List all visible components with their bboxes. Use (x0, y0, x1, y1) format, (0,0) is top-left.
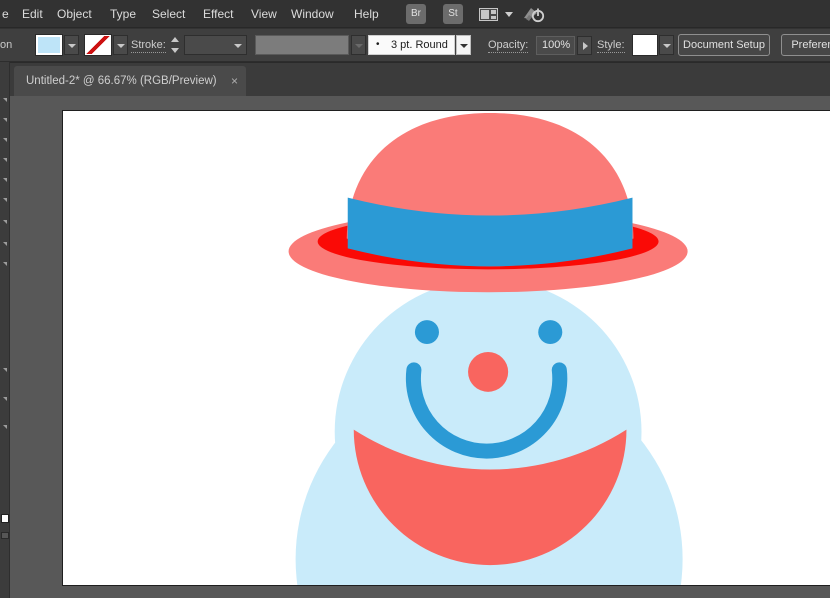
menu-view[interactable]: View (251, 7, 277, 21)
gpu-performance-icon[interactable] (522, 4, 548, 25)
menu-edit[interactable]: Edit (22, 7, 43, 21)
fill-chevron-down-icon[interactable] (64, 35, 79, 55)
artboard[interactable] (62, 110, 830, 586)
document-tab-title: Untitled-2* @ 66.67% (RGB/Preview) (26, 75, 217, 87)
fill-color-indicator[interactable] (1, 514, 9, 523)
stroke-color-swatch-none[interactable] (85, 35, 111, 55)
pasteboard[interactable] (10, 96, 830, 598)
tool-flyout-triangle (3, 368, 7, 372)
preferences-button[interactable]: Preferences (781, 34, 830, 56)
tool-flyout-triangle (3, 220, 7, 224)
menu-file-partial[interactable]: e (2, 7, 9, 21)
brush-chevron-down-icon[interactable] (456, 35, 471, 55)
tools-panel-edge (0, 62, 10, 598)
stroke-color-indicator[interactable] (1, 532, 9, 539)
width-profile-select (255, 35, 349, 55)
selection-status-partial: on (0, 39, 13, 51)
nose[interactable] (468, 351, 509, 392)
tool-flyout-triangle (3, 178, 7, 182)
tool-flyout-triangle (3, 118, 7, 122)
style-label[interactable]: Style: (597, 39, 625, 53)
close-icon[interactable]: × (231, 74, 238, 88)
opacity-panel-button[interactable] (577, 36, 592, 55)
right-eye[interactable] (538, 320, 563, 345)
menu-window[interactable]: Window (291, 7, 334, 21)
tool-flyout-triangle (3, 98, 7, 102)
menu-bar: e Edit Object Type Select Effect View Wi… (0, 0, 830, 28)
brush-definition-select[interactable]: • 3 pt. Round (368, 35, 455, 55)
stroke-weight-stepper[interactable] (169, 36, 180, 54)
brush-name: 3 pt. Round (391, 39, 448, 51)
tool-flyout-triangle (3, 138, 7, 142)
opacity-input[interactable]: 100% (536, 36, 575, 55)
style-chevron-down-icon[interactable] (659, 35, 674, 55)
workspace-switcher-icon[interactable] (479, 8, 498, 21)
stock-button[interactable]: St (443, 4, 463, 24)
left-eye[interactable] (414, 320, 439, 345)
workspace-chevron-down-icon[interactable] (505, 12, 513, 17)
snowman-artwork (288, 112, 688, 585)
control-bar: on Stroke: • 3 pt. Round Opacity: 100% S… (0, 29, 830, 62)
bridge-button[interactable]: Br (406, 4, 426, 24)
document-setup-button[interactable]: Document Setup (678, 34, 770, 56)
tool-flyout-triangle (3, 262, 7, 266)
style-swatch[interactable] (633, 35, 657, 55)
opacity-label[interactable]: Opacity: (488, 39, 529, 53)
menu-type[interactable]: Type (110, 7, 136, 21)
stroke-chevron-down-icon[interactable] (113, 35, 128, 55)
stroke-weight-label[interactable]: Stroke: (131, 39, 166, 53)
menu-help[interactable]: Help (354, 7, 379, 21)
fill-color (38, 37, 60, 53)
tool-flyout-triangle (3, 158, 7, 162)
workspace: Untitled-2* @ 66.67% (RGB/Preview) × (0, 62, 830, 598)
width-profile-chevron-down-icon (351, 35, 366, 55)
menu-select[interactable]: Select (152, 7, 185, 21)
document-tab-bar: Untitled-2* @ 66.67% (RGB/Preview) × (10, 62, 830, 97)
document-tab[interactable]: Untitled-2* @ 66.67% (RGB/Preview) × (14, 66, 246, 97)
tool-flyout-triangle (3, 425, 7, 429)
fill-color-swatch[interactable] (36, 35, 62, 55)
brush-bullet: • (376, 39, 380, 50)
menu-object[interactable]: Object (57, 7, 92, 21)
menu-effect[interactable]: Effect (203, 7, 233, 21)
illustrator-window: { "menu_bar": { "items": ["e", "Edit", "… (0, 0, 830, 598)
stroke-weight-select[interactable] (184, 35, 247, 55)
tool-flyout-triangle (3, 242, 7, 246)
tool-flyout-triangle (3, 198, 7, 202)
tool-flyout-triangle (3, 397, 7, 401)
document-area: Untitled-2* @ 66.67% (RGB/Preview) × (10, 62, 830, 598)
